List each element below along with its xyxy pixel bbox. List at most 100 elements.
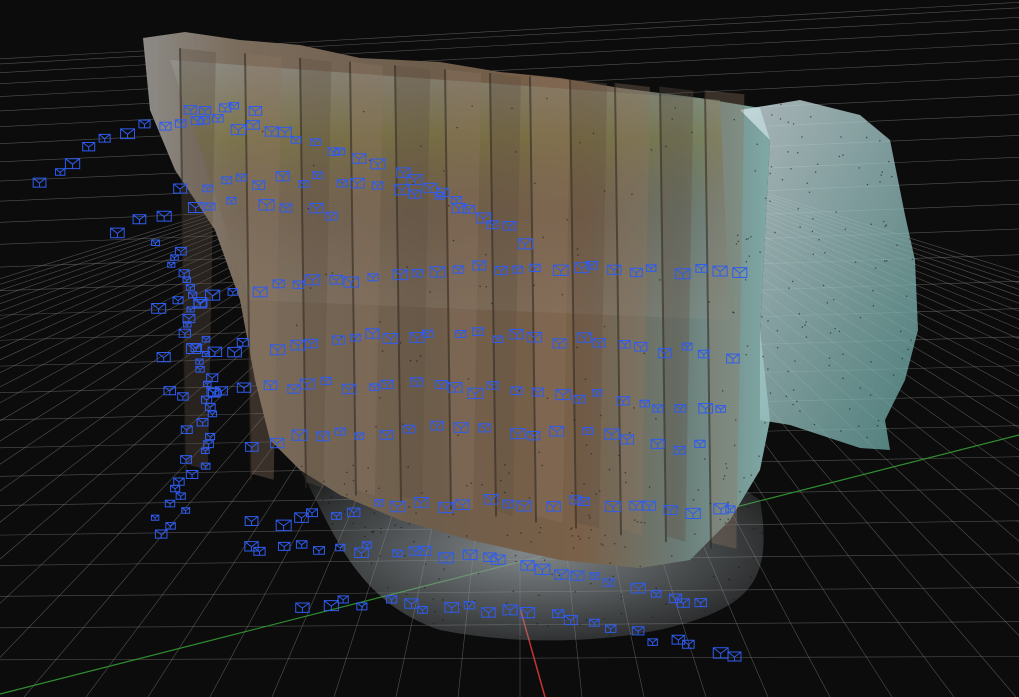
camera-frustum-icon[interactable] (55, 168, 66, 176)
camera-frustum-icon[interactable] (167, 261, 176, 268)
tie-point-icon (513, 649, 516, 651)
camera-frustum-icon[interactable] (154, 529, 168, 539)
tie-point-icon (583, 483, 585, 485)
tie-point-icon (400, 526, 402, 529)
tie-point-icon (352, 464, 354, 467)
tie-point-icon (586, 619, 588, 621)
camera-frustum-icon[interactable] (185, 470, 199, 480)
camera-frustum-icon[interactable] (164, 499, 176, 508)
tie-point-icon (424, 563, 427, 565)
tie-point-icon (750, 576, 752, 578)
tie-point-icon (380, 531, 382, 533)
tie-point-icon (574, 591, 577, 593)
tie-point-icon (737, 240, 739, 243)
tie-point-icon (373, 512, 376, 514)
tie-point-icon (576, 346, 578, 349)
tie-point-icon (845, 106, 848, 108)
camera-frustum-icon[interactable] (165, 522, 176, 530)
tie-point-icon (866, 183, 869, 186)
tie-point-icon (905, 189, 907, 191)
tie-point-icon (911, 258, 914, 260)
camera-frustum-icon[interactable] (356, 602, 368, 611)
tie-point-icon (906, 602, 908, 605)
tie-point-icon (536, 623, 538, 625)
tie-point-icon (373, 530, 375, 532)
tie-point-icon (792, 280, 794, 283)
tie-point-icon (665, 603, 667, 605)
camera-frustum-icon[interactable] (156, 351, 171, 363)
camera-frustum-icon[interactable] (170, 254, 179, 261)
tie-point-icon (599, 490, 601, 492)
camera-frustum-icon[interactable] (712, 647, 729, 659)
camera-frustum-icon[interactable] (236, 382, 252, 393)
camera-frustum-icon[interactable] (727, 651, 742, 662)
camera-frustum-icon[interactable] (313, 546, 325, 555)
tie-point-icon (573, 419, 575, 421)
tie-point-icon (442, 619, 444, 622)
tie-point-icon (780, 103, 782, 106)
tie-point-icon (745, 238, 748, 241)
tie-point-icon (485, 254, 487, 256)
camera-frustum-icon[interactable] (227, 288, 239, 296)
tie-point-icon (776, 330, 779, 332)
tie-point-icon (745, 279, 747, 281)
3d-viewport[interactable] (0, 0, 1019, 697)
camera-frustum-icon[interactable] (151, 302, 167, 314)
camera-frustum-icon[interactable] (236, 337, 249, 347)
tie-point-icon (801, 326, 804, 328)
tie-point-icon (735, 243, 738, 245)
camera-frustum-icon[interactable] (173, 477, 185, 486)
tie-point-icon (697, 489, 699, 491)
camera-frustum-icon[interactable] (244, 516, 259, 527)
tie-point-icon (261, 130, 264, 133)
tie-point-icon (588, 537, 590, 539)
tie-point-icon (886, 260, 888, 262)
camera-frustum-icon[interactable] (647, 638, 658, 646)
tie-point-icon (894, 148, 897, 151)
tie-point-icon (866, 436, 868, 439)
tie-point-icon (485, 286, 487, 288)
camera-frustum-icon[interactable] (110, 227, 125, 239)
tie-point-icon (770, 166, 773, 168)
tie-point-icon (477, 572, 480, 575)
tie-point-icon (539, 527, 542, 529)
camera-frustum-icon[interactable] (207, 346, 223, 358)
tie-point-icon (505, 602, 508, 605)
tie-point-icon (792, 403, 794, 406)
camera-frustum-icon[interactable] (295, 602, 310, 613)
camera-frustum-icon[interactable] (163, 386, 177, 396)
camera-frustum-icon[interactable] (295, 540, 308, 549)
camera-frustum-icon[interactable] (275, 519, 292, 532)
camera-frustum-icon[interactable] (156, 210, 172, 222)
tie-point-icon (511, 107, 513, 110)
camera-frustum-icon[interactable] (175, 492, 186, 500)
3d-scene-canvas[interactable] (0, 0, 1019, 697)
tie-point-icon (602, 641, 605, 644)
tie-point-icon (520, 532, 522, 534)
camera-frustum-icon[interactable] (151, 239, 160, 246)
tie-point-icon (888, 160, 890, 163)
camera-frustum-icon[interactable] (337, 595, 349, 604)
camera-frustum-icon[interactable] (64, 158, 81, 170)
tie-point-icon (913, 445, 915, 447)
tie-point-icon (305, 552, 307, 554)
tie-point-icon (724, 522, 727, 524)
camera-frustum-icon[interactable] (277, 541, 291, 551)
camera-frustum-icon[interactable] (181, 507, 191, 514)
camera-frustum-icon[interactable] (132, 214, 147, 225)
tie-point-icon (443, 568, 445, 570)
tie-point-icon (421, 492, 423, 494)
camera-frustum-icon[interactable] (207, 410, 217, 418)
camera-frustum-icon[interactable] (170, 484, 181, 493)
tie-point-icon (885, 423, 888, 425)
camera-frustum-icon[interactable] (82, 141, 96, 152)
camera-frustum-icon[interactable] (150, 514, 160, 521)
tie-point-icon (804, 324, 806, 326)
camera-frustum-icon[interactable] (138, 119, 151, 129)
tie-point-icon (448, 205, 450, 207)
tie-point-icon (812, 218, 814, 220)
tie-point-icon (835, 211, 837, 213)
tie-point-icon (875, 91, 878, 93)
tie-point-icon (756, 143, 758, 145)
tie-point-icon (363, 553, 365, 556)
